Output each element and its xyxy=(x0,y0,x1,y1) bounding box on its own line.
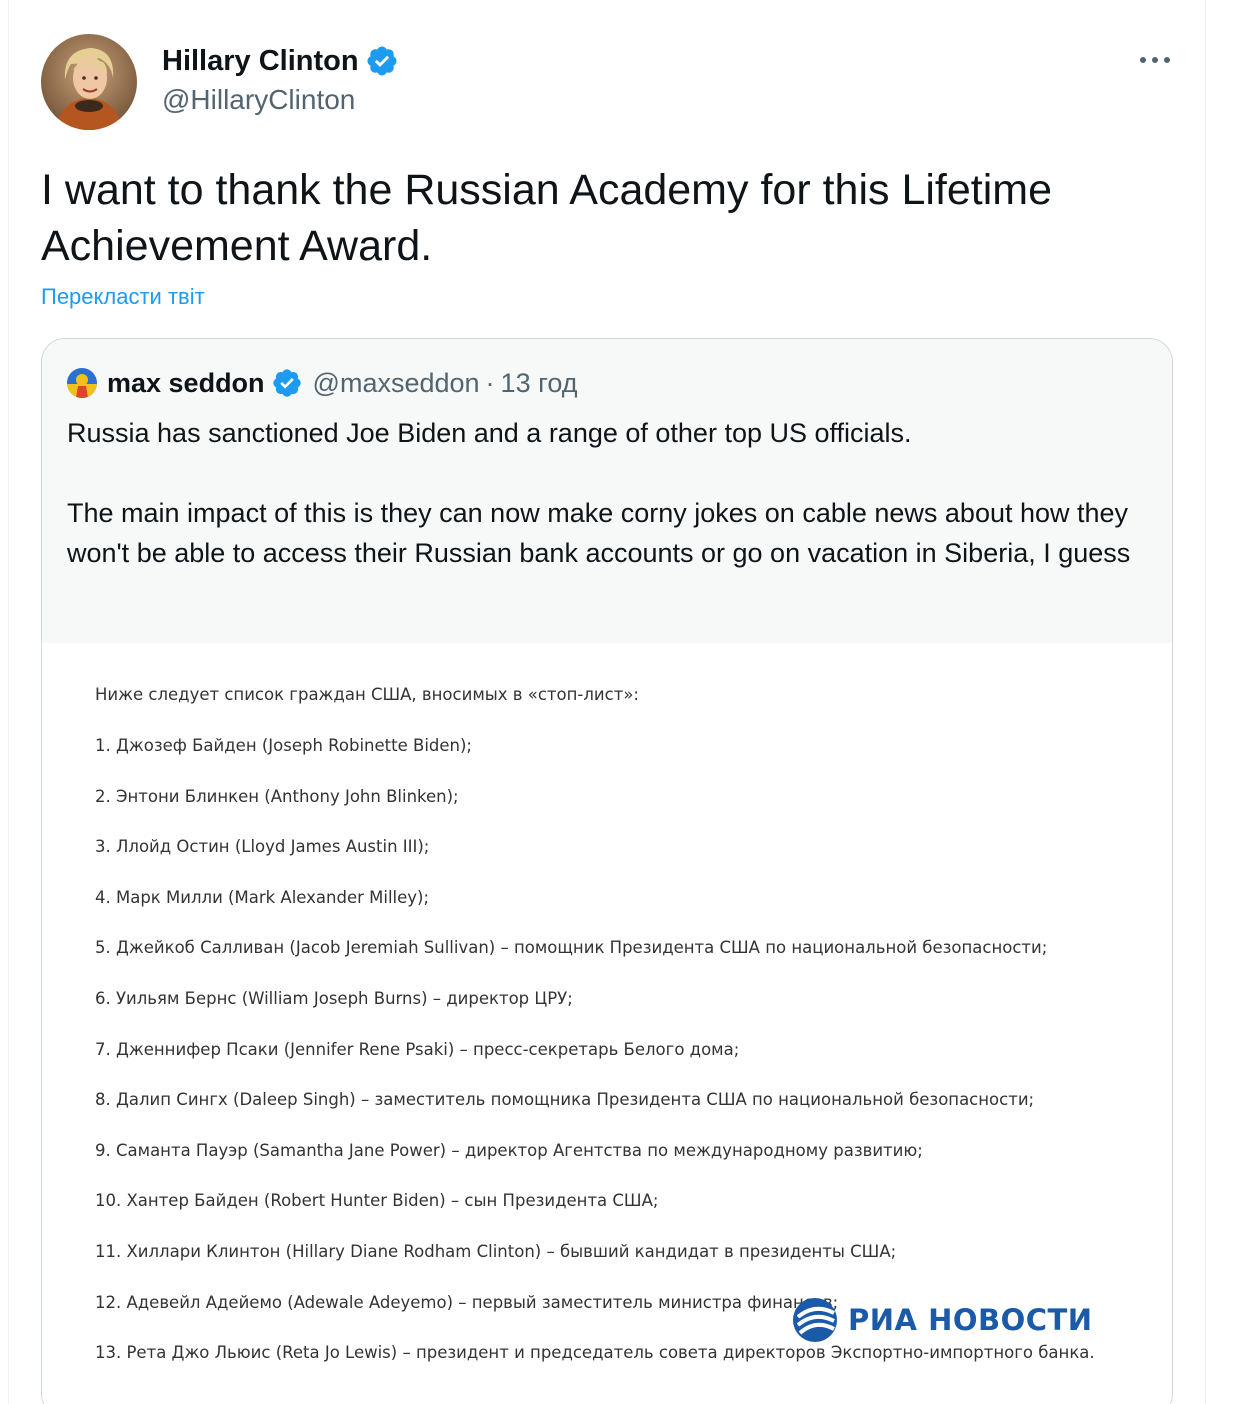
quote-verified-badge-icon xyxy=(271,367,303,399)
author-name[interactable]: Hillary Clinton xyxy=(162,45,359,78)
tweet-text: I want to thank the Russian Academy for … xyxy=(41,166,1053,270)
verified-badge-icon xyxy=(365,44,399,78)
quote-header: max seddon @maxseddon · 13 год xyxy=(67,365,578,401)
ria-novosti-text: РИА НОВОСТИ xyxy=(848,1303,1093,1337)
quote-timestamp[interactable]: 13 год xyxy=(501,368,578,399)
quote-separator: · xyxy=(485,367,495,398)
author-handle[interactable]: @HillaryClinton xyxy=(162,84,355,116)
author-name-row[interactable]: Hillary Clinton xyxy=(162,44,399,78)
avatar-photo-icon xyxy=(41,34,137,130)
sanctions-list-item: 1. Джозеф Байден (Joseph Robinette Biden… xyxy=(95,736,472,755)
sanctions-list-item: 11. Хиллари Клинтон (Hillary Diane Rodha… xyxy=(95,1241,897,1261)
sanctions-list-item: 2. Энтони Блинкен (Anthony John Blinken)… xyxy=(95,786,459,806)
sanctions-list-item: 9. Саманта Пауэр (Samantha Jane Power) –… xyxy=(95,1140,923,1160)
sanctions-list-item: 10. Хантер Байден (Robert Hunter Biden) … xyxy=(95,1191,659,1211)
sanctions-list-item: 13. Рета Джо Льюис (Reta Jo Lewis) – пре… xyxy=(95,1343,1095,1363)
quote-author-name[interactable]: max seddon xyxy=(107,368,265,399)
tweet: Hillary Clinton @HillaryClinton I want t… xyxy=(9,0,1205,1404)
sanctions-list-item: 7. Дженнифер Псаки (Jennifer Rene Psaki)… xyxy=(95,1039,740,1059)
more-dots-icon xyxy=(1140,57,1170,63)
sanctions-list-item: 3. Ллойд Остин (Lloyd James Austin III); xyxy=(95,837,430,857)
quote-avatar-icon xyxy=(67,368,97,398)
quote-author-handle[interactable]: @maxseddon xyxy=(313,368,480,399)
sanctions-list-item: 8. Далип Сингх (Daleep Singh) – заместит… xyxy=(95,1090,1035,1110)
sanctions-list-item: 5. Джейкоб Салливан (Jacob Jeremiah Sull… xyxy=(95,938,1048,958)
translate-tweet-link[interactable]: Перекласти твіт xyxy=(41,284,205,310)
author-avatar[interactable] xyxy=(41,34,137,130)
quote-avatar[interactable] xyxy=(67,368,97,398)
quote-media-image[interactable]: Ниже следует список граждан США, вносимы… xyxy=(42,643,1172,1404)
ria-novosti-logo-icon xyxy=(793,1298,837,1342)
frame-right-border xyxy=(1205,0,1206,1404)
more-options-button[interactable] xyxy=(1135,46,1175,74)
quoted-tweet[interactable]: max seddon @maxseddon · 13 год Russia ha… xyxy=(41,338,1173,1404)
sanctions-list: Ниже следует список граждан США, вносимы… xyxy=(95,683,1095,1392)
sanctions-list-item: 4. Марк Милли (Mark Alexander Milley); xyxy=(95,887,430,907)
quote-text: Russia has sanctioned Joe Biden and a ra… xyxy=(67,418,1131,568)
sanctions-list-item: 6. Уильям Бернс (William Joseph Burns) –… xyxy=(95,988,573,1008)
ria-novosti-watermark: РИА НОВОСТИ xyxy=(790,1297,1093,1343)
sanctions-list-intro: Ниже следует список граждан США, вносимы… xyxy=(95,685,639,704)
